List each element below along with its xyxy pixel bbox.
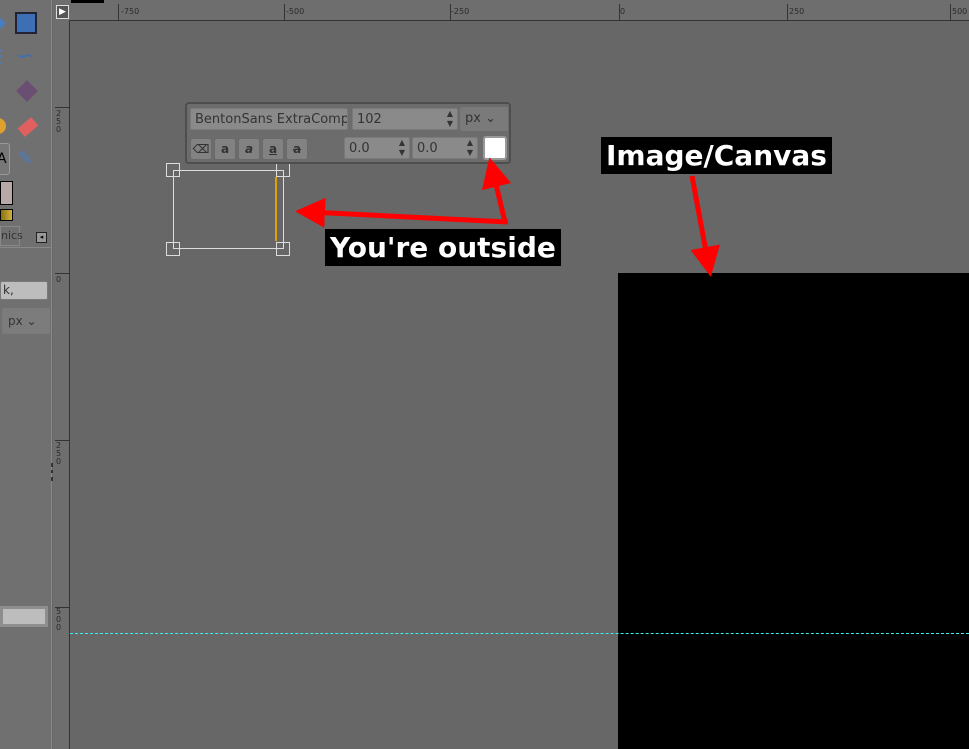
arrow-to-image bbox=[689, 175, 721, 277]
annotation-arrows bbox=[295, 157, 721, 277]
arrow-to-textbox bbox=[295, 197, 509, 228]
arrow-to-color bbox=[481, 157, 512, 223]
image-canvas-label: Image/Canvas bbox=[601, 137, 832, 174]
outside-label: You're outside bbox=[325, 229, 561, 266]
